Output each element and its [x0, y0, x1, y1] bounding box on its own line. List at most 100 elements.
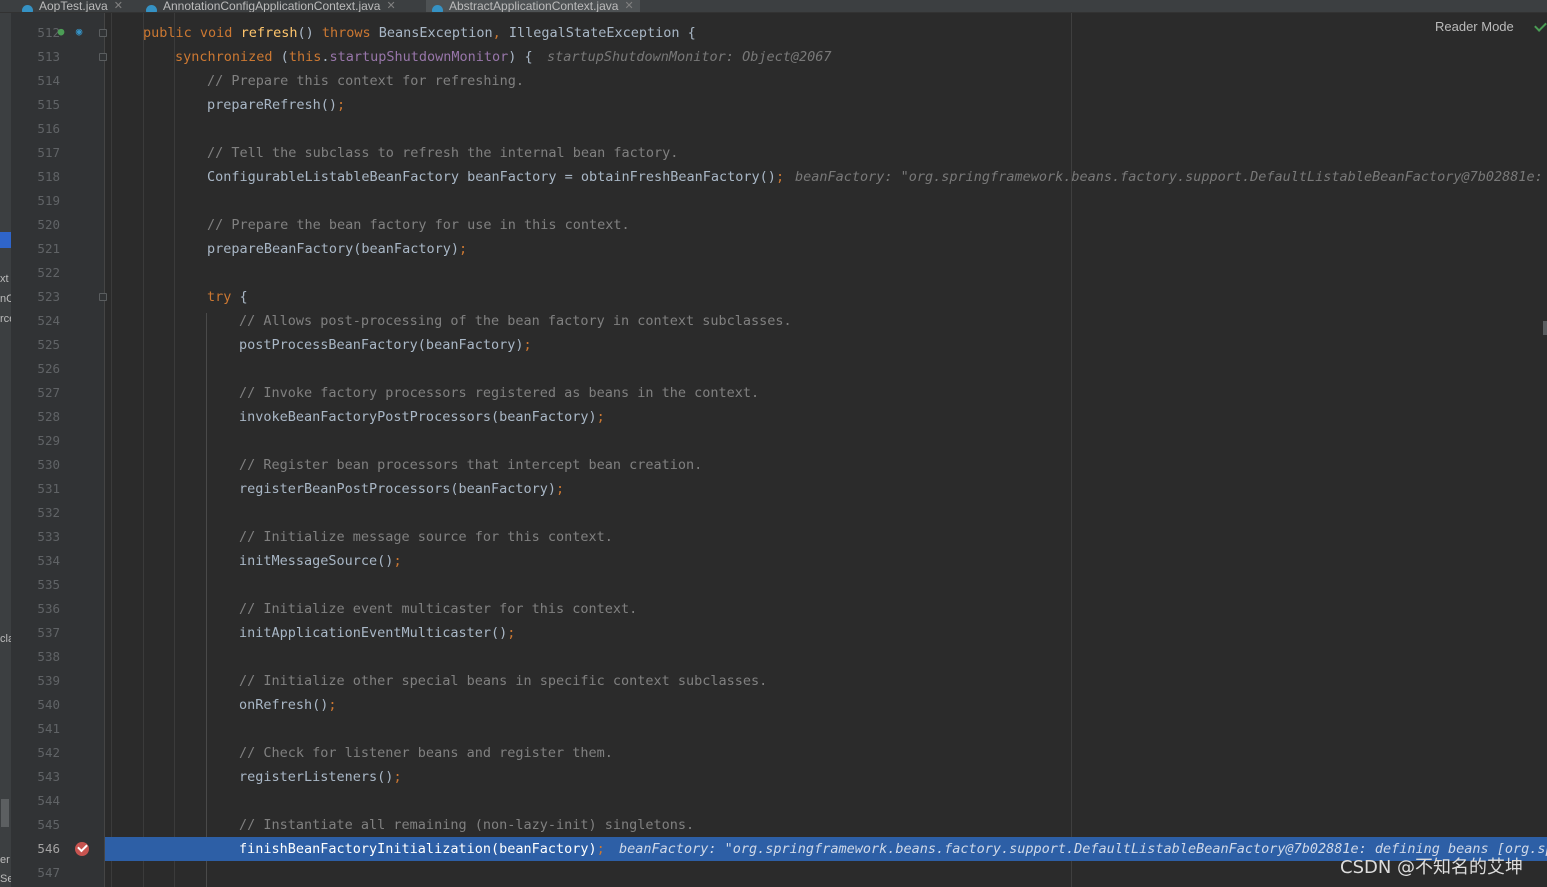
code-line[interactable]: // Register bean processors that interce…: [105, 453, 1547, 477]
code-line[interactable]: // Initialize message source for this co…: [105, 525, 1547, 549]
tab-abstract-application-context[interactable]: AbstractApplicationContext.java ✕: [426, 0, 640, 12]
panel-scroll-thumb[interactable]: [1, 799, 9, 827]
gutter-line[interactable]: 534: [11, 549, 104, 573]
debug-search-icon[interactable]: ◉: [73, 26, 85, 38]
code-line[interactable]: // Invoke factory processors registered …: [105, 381, 1547, 405]
tab-label: AopTest.java: [39, 0, 108, 12]
panel-text-fragment: rce: [0, 313, 11, 325]
code-line[interactable]: // Allows post-processing of the bean fa…: [105, 309, 1547, 333]
gutter-line[interactable]: 547: [11, 861, 104, 885]
code-line[interactable]: [105, 429, 1547, 453]
gutter-line[interactable]: 542: [11, 741, 104, 765]
code-line[interactable]: [105, 189, 1547, 213]
panel-text-fragment: nC: [0, 293, 11, 305]
code-text: postProcessBeanFactory(beanFactory);: [239, 337, 532, 353]
code-line[interactable]: // Prepare the bean factory for use in t…: [105, 213, 1547, 237]
gutter-line[interactable]: 524: [11, 309, 104, 333]
tab-annotation-config[interactable]: AnnotationConfigApplicationContext.java …: [146, 0, 396, 12]
code-line[interactable]: prepareRefresh();: [105, 93, 1547, 117]
code-line[interactable]: prepareBeanFactory(beanFactory);: [105, 237, 1547, 261]
gutter-line[interactable]: 540: [11, 693, 104, 717]
code-line[interactable]: [105, 117, 1547, 141]
gutter-line[interactable]: 535: [11, 573, 104, 597]
gutter-line[interactable]: 518: [11, 165, 104, 189]
code-line[interactable]: initMessageSource();: [105, 549, 1547, 573]
code-line[interactable]: public void refresh() throws BeansExcept…: [105, 21, 1547, 45]
gutter-line[interactable]: 519: [11, 189, 104, 213]
code-line[interactable]: try {: [105, 285, 1547, 309]
tab-aoptest[interactable]: AopTest.java ✕: [22, 0, 123, 12]
execution-point-line[interactable]: finishBeanFactoryInitialization(beanFact…: [105, 837, 1547, 861]
gutter-line[interactable]: 545: [11, 813, 104, 837]
gutter-line[interactable]: 529: [11, 429, 104, 453]
code-line[interactable]: // Initialize event multicaster for this…: [105, 597, 1547, 621]
code-line[interactable]: postProcessBeanFactory(beanFactory);: [105, 333, 1547, 357]
line-number: 520: [37, 217, 60, 232]
code-line[interactable]: // Instantiate all remaining (non-lazy-i…: [105, 813, 1547, 837]
code-line[interactable]: [105, 861, 1547, 885]
gutter-line[interactable]: 515: [11, 93, 104, 117]
override-icon[interactable]: ●: [55, 26, 67, 38]
code-line[interactable]: [105, 789, 1547, 813]
gutter-line[interactable]: 525: [11, 333, 104, 357]
gutter-line[interactable]: 527: [11, 381, 104, 405]
gutter-line[interactable]: 513: [11, 45, 107, 69]
code-line[interactable]: // Tell the subclass to refresh the inte…: [105, 141, 1547, 165]
gutter-line[interactable]: 539: [11, 669, 104, 693]
code-line[interactable]: [105, 573, 1547, 597]
gutter-line[interactable]: 537: [11, 621, 104, 645]
code-line[interactable]: onRefresh();: [105, 693, 1547, 717]
code-text: try {: [207, 289, 248, 305]
code-line[interactable]: [105, 501, 1547, 525]
code-line[interactable]: initApplicationEventMulticaster();: [105, 621, 1547, 645]
gutter-line[interactable]: 536: [11, 597, 104, 621]
code-line[interactable]: synchronized (this.startupShutdownMonito…: [105, 45, 1547, 69]
panel-text-fragment: cla: [0, 633, 11, 645]
code-line[interactable]: [105, 645, 1547, 669]
gutter-line[interactable]: 531: [11, 477, 104, 501]
gutter-line[interactable]: 512 ● ◉: [11, 21, 107, 45]
gutter-line[interactable]: 543: [11, 765, 104, 789]
line-number: 531: [37, 481, 60, 496]
gutter-line[interactable]: 544: [11, 789, 104, 813]
gutter-line[interactable]: 520: [11, 213, 104, 237]
code-line[interactable]: [105, 717, 1547, 741]
gutter-line[interactable]: 530: [11, 453, 104, 477]
code-line[interactable]: invokeBeanFactoryPostProcessors(beanFact…: [105, 405, 1547, 429]
gutter-line[interactable]: 533: [11, 525, 104, 549]
gutter-line[interactable]: 538: [11, 645, 104, 669]
close-icon[interactable]: ✕: [386, 0, 395, 12]
code-editor[interactable]: Reader Mode public void refresh() throws…: [105, 13, 1547, 887]
gutter-line[interactable]: 517: [11, 141, 104, 165]
code-text: synchronized (this.startupShutdownMonito…: [175, 49, 533, 65]
code-line[interactable]: // Initialize other special beans in spe…: [105, 669, 1547, 693]
gutter-line[interactable]: 523: [11, 285, 107, 309]
code-line[interactable]: registerListeners();: [105, 765, 1547, 789]
breakpoint-icon[interactable]: [75, 842, 89, 856]
gutter-line[interactable]: 522: [11, 261, 104, 285]
java-class-icon: [146, 5, 157, 12]
code-line[interactable]: registerBeanPostProcessors(beanFactory);: [105, 477, 1547, 501]
line-number-gutter[interactable]: 512 ● ◉ 513 514 515 516 517 518 519 520 521 522 523 52…: [11, 13, 107, 887]
gutter-line[interactable]: 546: [11, 837, 104, 861]
line-number: 513: [37, 49, 60, 64]
gutter-line[interactable]: 526: [11, 357, 104, 381]
line-number: 538: [37, 649, 60, 664]
gutter-line[interactable]: 521: [11, 237, 104, 261]
line-number: 534: [37, 553, 60, 568]
code-text: // Initialize other special beans in spe…: [239, 673, 768, 689]
code-line[interactable]: [105, 261, 1547, 285]
gutter-line[interactable]: 514: [11, 69, 104, 93]
code-line[interactable]: [105, 357, 1547, 381]
code-line[interactable]: ConfigurableListableBeanFactory beanFact…: [105, 165, 1547, 189]
code-line[interactable]: // Check for listener beans and register…: [105, 741, 1547, 765]
line-number: 529: [37, 433, 60, 448]
close-icon[interactable]: ✕: [624, 0, 633, 12]
gutter-line[interactable]: 541: [11, 717, 104, 741]
gutter-line[interactable]: 528: [11, 405, 104, 429]
gutter-line[interactable]: 532: [11, 501, 104, 525]
gutter-line[interactable]: 516: [11, 117, 104, 141]
selection-marker: [0, 232, 11, 248]
close-icon[interactable]: ✕: [114, 0, 123, 12]
code-line[interactable]: // Prepare this context for refreshing.: [105, 69, 1547, 93]
